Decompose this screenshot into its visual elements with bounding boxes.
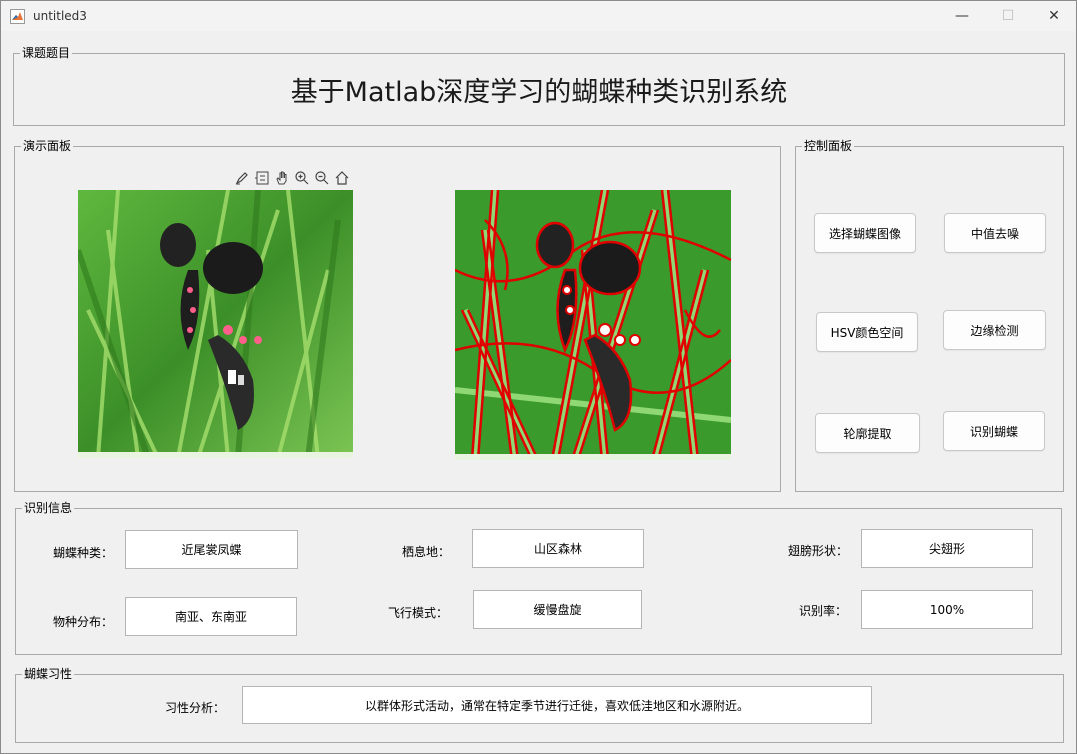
matlab-icon [10,9,25,24]
recognize-butterfly-button[interactable]: 识别蝴蝶 [943,411,1045,451]
title-bar[interactable]: untitled3 — ☐ ✕ [1,1,1076,31]
pan-hand-icon[interactable] [273,169,291,187]
habit-analysis-label: 习性分析： [165,701,226,715]
select-image-button[interactable]: 选择蝴蝶图像 [814,213,916,253]
app-window: untitled3 — ☐ ✕ 课题题目 基于Matlab深度学习的蝴蝶种类识别… [0,0,1077,754]
info-panel-legend: 识别信息 [22,501,75,515]
hsv-color-space-button[interactable]: HSV颜色空间 [816,312,918,352]
control-panel-legend: 控制面板 [802,139,855,153]
maximize-icon: ☐ [1001,8,1015,24]
close-icon: ✕ [1048,8,1060,24]
datatip-icon[interactable] [253,169,271,187]
original-image-axes[interactable] [78,190,353,458]
axes-toolbar [233,169,351,187]
demo-panel: 演示面板 [14,139,781,492]
habitat-field[interactable]: 山区森林 [472,529,644,568]
species-label: 蝴蝶种类： [53,546,114,560]
habit-panel-legend: 蝴蝶习性 [22,667,75,681]
flight-mode-label: 飞行模式： [388,606,449,620]
window-title: untitled3 [33,9,87,23]
median-denoise-button[interactable]: 中值去噪 [944,213,1046,253]
zoom-out-icon[interactable] [313,169,331,187]
topic-panel: 课题题目 基于Matlab深度学习的蝴蝶种类识别系统 [13,46,1065,126]
species-field[interactable]: 近尾裳凤蝶 [125,530,298,569]
wing-shape-label: 翅膀形状： [788,544,849,558]
edge-image-axes[interactable] [455,190,731,460]
butterfly-edge-image [455,190,731,460]
demo-panel-legend: 演示面板 [21,139,74,153]
edge-detect-button[interactable]: 边缘检测 [943,310,1046,350]
close-button[interactable]: ✕ [1031,1,1077,31]
recognition-rate-label: 识别率： [799,604,848,618]
contour-extract-button[interactable]: 轮廓提取 [815,413,920,453]
recognition-rate-field[interactable]: 100% [861,590,1033,629]
habitat-label: 栖息地： [402,545,451,559]
topic-panel-legend: 课题题目 [20,46,73,60]
maximize-button[interactable]: ☐ [985,1,1031,31]
flight-mode-field[interactable]: 缓慢盘旋 [473,590,642,629]
minimize-button[interactable]: — [939,1,985,31]
distribution-field[interactable]: 南亚、东南亚 [125,597,297,636]
zoom-in-icon[interactable] [293,169,311,187]
page-title: 基于Matlab深度学习的蝴蝶种类识别系统 [290,77,788,108]
butterfly-original-image [78,190,353,458]
home-icon[interactable] [333,169,351,187]
minimize-icon: — [955,8,969,24]
brush-icon[interactable] [233,169,251,187]
wing-shape-field[interactable]: 尖翅形 [861,529,1033,568]
habit-analysis-field[interactable]: 以群体形式活动，通常在特定季节进行迁徙，喜欢低洼地区和水源附近。 [242,686,872,724]
distribution-label: 物种分布： [53,615,114,629]
